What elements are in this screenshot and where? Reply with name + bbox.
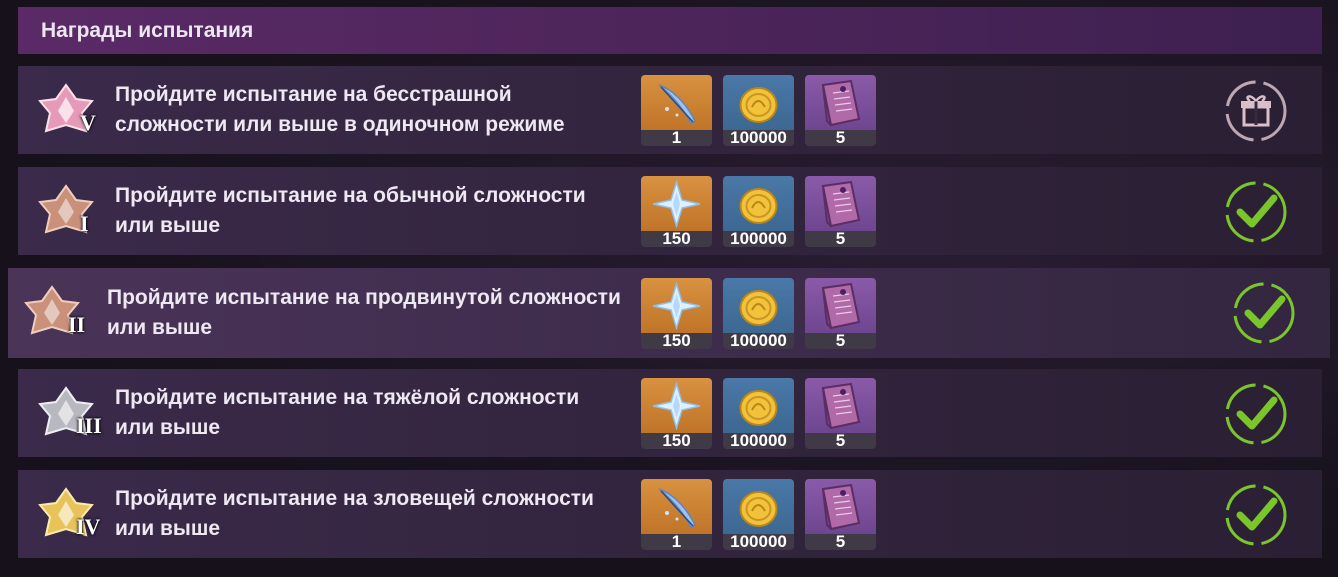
tier-numeral: I bbox=[80, 211, 89, 236]
reward-count: 100000 bbox=[723, 432, 794, 449]
panel-header: Награды испытания bbox=[18, 7, 1322, 54]
reward-item[interactable]: 5 bbox=[805, 378, 876, 449]
book-icon bbox=[821, 180, 861, 228]
challenge-description: Пройдите испытание на обычной сложности … bbox=[115, 184, 586, 237]
challenge-description: Пройдите испытание на тяжёлой сложности … bbox=[115, 386, 580, 439]
feather-icon bbox=[658, 84, 697, 124]
reward-item[interactable]: 5 bbox=[805, 278, 876, 349]
reward-item[interactable]: 5 bbox=[805, 75, 876, 146]
reward-row[interactable]: IV Пройдите испытание на зловещей сложно… bbox=[18, 470, 1322, 558]
reward-row[interactable]: V Пройдите испытание на бесстрашной слож… bbox=[18, 66, 1322, 154]
reward-item[interactable]: 100000 bbox=[723, 278, 794, 349]
check-icon bbox=[1232, 281, 1296, 345]
tier-numeral: IV bbox=[76, 514, 101, 539]
feather-icon bbox=[658, 488, 697, 528]
mora-coin-icon bbox=[739, 290, 778, 326]
tier-numeral: III bbox=[76, 413, 102, 438]
book-icon bbox=[821, 79, 861, 127]
reward-list: 150 100000 5 bbox=[641, 378, 876, 449]
challenge-description: Пройдите испытание на зловещей сложности… bbox=[115, 487, 594, 540]
reward-item[interactable]: 1 bbox=[641, 75, 712, 146]
tier-numeral: II bbox=[68, 312, 86, 337]
reward-count: 100000 bbox=[723, 533, 794, 550]
reward-count: 1 bbox=[641, 533, 712, 550]
reward-item[interactable]: 100000 bbox=[723, 176, 794, 247]
reward-item[interactable]: 100000 bbox=[723, 378, 794, 449]
reward-count: 1 bbox=[641, 129, 712, 146]
reward-list: 1 100000 5 bbox=[641, 479, 876, 550]
check-icon bbox=[1224, 382, 1288, 446]
panel-title: Награды испытания bbox=[41, 18, 254, 42]
reward-item[interactable]: 150 bbox=[641, 176, 712, 247]
book-icon bbox=[821, 282, 861, 330]
reward-item[interactable]: 100000 bbox=[723, 479, 794, 550]
reward-count: 5 bbox=[805, 230, 876, 247]
reward-item[interactable]: 5 bbox=[805, 176, 876, 247]
reward-count: 150 bbox=[641, 332, 712, 349]
reward-count: 100000 bbox=[723, 332, 794, 349]
reward-item[interactable]: 1 bbox=[641, 479, 712, 550]
primogem-icon bbox=[652, 382, 701, 430]
reward-row[interactable]: I Пройдите испытание на обычной сложност… bbox=[18, 167, 1322, 255]
reward-item[interactable]: 5 bbox=[805, 479, 876, 550]
reward-item[interactable]: 100000 bbox=[723, 75, 794, 146]
check-icon bbox=[1224, 180, 1288, 244]
reward-list: 150 100000 5 bbox=[641, 278, 876, 349]
reward-count: 5 bbox=[805, 533, 876, 550]
book-icon bbox=[821, 483, 861, 531]
reward-item[interactable]: 150 bbox=[641, 378, 712, 449]
mora-coin-icon bbox=[739, 188, 778, 224]
check-icon bbox=[1224, 483, 1288, 547]
mora-coin-icon bbox=[739, 87, 778, 123]
mora-coin-icon bbox=[739, 390, 778, 426]
reward-count: 100000 bbox=[723, 129, 794, 146]
challenge-description: Пройдите испытание на продвинутой сложно… bbox=[107, 286, 621, 339]
reward-row[interactable]: III Пройдите испытание на тяжёлой сложно… bbox=[18, 369, 1322, 457]
primogem-icon bbox=[652, 180, 701, 228]
reward-item[interactable]: 150 bbox=[641, 278, 712, 349]
reward-row[interactable]: II Пройдите испытание на продвинутой сло… bbox=[8, 268, 1330, 358]
reward-count: 150 bbox=[641, 432, 712, 449]
reward-list: 150 100000 5 bbox=[641, 176, 876, 247]
reward-count: 5 bbox=[805, 332, 876, 349]
mora-coin-icon bbox=[739, 491, 778, 527]
reward-count: 5 bbox=[805, 129, 876, 146]
claim-gift-icon[interactable] bbox=[1224, 79, 1288, 143]
primogem-icon bbox=[652, 282, 701, 330]
challenge-rewards-panel: Награды испытания V Пройдите испытание н… bbox=[0, 0, 1338, 577]
book-icon bbox=[821, 382, 861, 430]
tier-numeral: V bbox=[80, 110, 96, 135]
reward-count: 100000 bbox=[723, 230, 794, 247]
reward-list: 1 100000 5 bbox=[641, 75, 876, 146]
reward-count: 150 bbox=[641, 230, 712, 247]
reward-count: 5 bbox=[805, 432, 876, 449]
challenge-description: Пройдите испытание на бесстрашной сложно… bbox=[115, 83, 565, 136]
